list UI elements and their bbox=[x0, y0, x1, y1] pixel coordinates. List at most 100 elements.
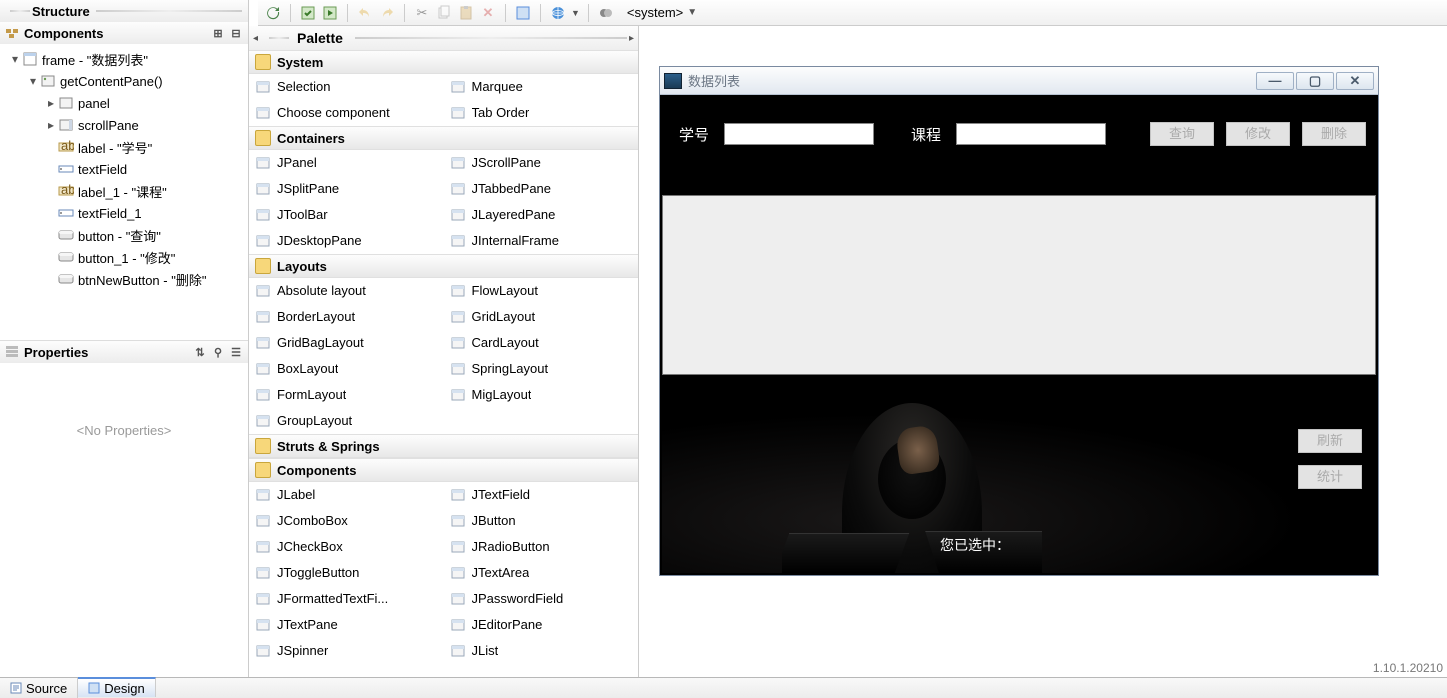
undo-icon[interactable] bbox=[356, 4, 374, 22]
palette-item[interactable]: JInternalFrame bbox=[444, 228, 639, 254]
tree-item[interactable]: ▾getContentPane() bbox=[4, 70, 244, 92]
palette-item[interactable]: JTextArea bbox=[444, 560, 639, 586]
delete-button[interactable]: 删除 bbox=[1302, 122, 1366, 146]
palette-item[interactable]: CardLayout bbox=[444, 330, 639, 356]
props-sort-icon[interactable]: ⇅ bbox=[192, 344, 208, 360]
palette-item-icon bbox=[450, 591, 466, 607]
palette-item[interactable]: JToolBar bbox=[249, 202, 444, 228]
palette-item[interactable]: FormLayout bbox=[249, 382, 444, 408]
expand-all-icon[interactable]: ⊞ bbox=[210, 25, 226, 41]
palette-item[interactable]: Absolute layout bbox=[249, 278, 444, 304]
tree-item[interactable]: ablabel - "学号" bbox=[4, 136, 244, 158]
palette-item[interactable]: FlowLayout bbox=[444, 278, 639, 304]
tree-item[interactable]: ablabel_1 - "课程" bbox=[4, 180, 244, 202]
palette-item[interactable]: JTextPane bbox=[249, 612, 444, 638]
palette-item[interactable]: GridBagLayout bbox=[249, 330, 444, 356]
palette-item-icon bbox=[255, 155, 271, 171]
tree-twist-icon[interactable]: ▸ bbox=[44, 118, 58, 132]
palette-item[interactable]: JEditorPane bbox=[444, 612, 639, 638]
palette-item-icon bbox=[255, 361, 271, 377]
palette-item[interactable]: JTextField bbox=[444, 482, 639, 508]
palette-item[interactable]: GroupLayout bbox=[249, 408, 638, 434]
copy-icon[interactable] bbox=[435, 4, 453, 22]
tree-item[interactable]: textField bbox=[4, 158, 244, 180]
palette-item[interactable]: JPasswordField bbox=[444, 586, 639, 612]
refresh-icon[interactable] bbox=[264, 4, 282, 22]
palette-item[interactable]: Choose component bbox=[249, 100, 444, 126]
tab-design[interactable]: Design bbox=[78, 677, 155, 697]
palette-collapse-right-icon[interactable]: ▸ bbox=[629, 33, 634, 44]
palette-list[interactable]: SystemSelectionMarqueeChoose componentTa… bbox=[249, 50, 638, 677]
props-filter-icon[interactable]: ⚲ bbox=[210, 344, 226, 360]
tree-twist-icon[interactable]: ▾ bbox=[26, 74, 40, 88]
palette-item[interactable]: JTabbedPane bbox=[444, 176, 639, 202]
look-feel-combo[interactable]: <system> ▼ bbox=[627, 5, 697, 20]
palette-item-icon bbox=[450, 335, 466, 351]
palette-category-header[interactable]: Layouts bbox=[249, 254, 638, 278]
palette-item[interactable]: JFormattedTextFi... bbox=[249, 586, 444, 612]
tree-twist-icon[interactable]: ▾ bbox=[8, 52, 22, 66]
palette-category-header[interactable]: System bbox=[249, 50, 638, 74]
folder-icon bbox=[255, 462, 271, 478]
tree-item[interactable]: btnNewButton - "删除" bbox=[4, 268, 244, 290]
palette-collapse-icon[interactable]: ◂ bbox=[253, 33, 263, 44]
collapse-all-icon[interactable]: ⊟ bbox=[228, 25, 244, 41]
palette-category-header[interactable]: Struts & Springs bbox=[249, 434, 638, 458]
palette-item[interactable]: GridLayout bbox=[444, 304, 639, 330]
tree-item[interactable]: button_1 - "修改" bbox=[4, 246, 244, 268]
input-id[interactable] bbox=[724, 123, 874, 145]
paste-icon[interactable] bbox=[457, 4, 475, 22]
palette-item[interactable]: JComboBox bbox=[249, 508, 444, 534]
palette-item[interactable]: JLabel bbox=[249, 482, 444, 508]
palette-category-header[interactable]: Components bbox=[249, 458, 638, 482]
tree-item[interactable]: ▾frame - "数据列表" bbox=[4, 48, 244, 70]
palette-item[interactable]: BorderLayout bbox=[249, 304, 444, 330]
palette-category-header[interactable]: Containers bbox=[249, 126, 638, 150]
design-canvas[interactable]: 数据列表 — ▢ ✕ 学号 课程 查询 修改 删除 bbox=[639, 26, 1447, 677]
tab-source[interactable]: Source bbox=[0, 678, 78, 698]
look-feel-icon[interactable] bbox=[597, 4, 615, 22]
palette-item[interactable]: JPanel bbox=[249, 150, 444, 176]
stats-button[interactable]: 统计 bbox=[1298, 465, 1362, 489]
palette-item[interactable]: JList bbox=[444, 638, 639, 664]
redo-icon[interactable] bbox=[378, 4, 396, 22]
minimize-button[interactable]: — bbox=[1256, 72, 1294, 90]
palette-item[interactable]: Tab Order bbox=[444, 100, 639, 126]
palette-item[interactable]: JScrollPane bbox=[444, 150, 639, 176]
test-icon[interactable] bbox=[299, 4, 317, 22]
props-menu-icon[interactable]: ☰ bbox=[228, 344, 244, 360]
tree-item[interactable]: ▸scrollPane bbox=[4, 114, 244, 136]
palette-item[interactable]: SpringLayout bbox=[444, 356, 639, 382]
tree-item[interactable]: ▸panel bbox=[4, 92, 244, 114]
component-tree[interactable]: ▾frame - "数据列表"▾getContentPane()▸panel▸s… bbox=[0, 44, 248, 294]
input-course[interactable] bbox=[956, 123, 1106, 145]
tree-item[interactable]: button - "查询" bbox=[4, 224, 244, 246]
query-button[interactable]: 查询 bbox=[1150, 122, 1214, 146]
cut-icon[interactable]: ✂ bbox=[413, 4, 431, 22]
palette-item[interactable]: JCheckBox bbox=[249, 534, 444, 560]
palette-item[interactable]: JButton bbox=[444, 508, 639, 534]
palette-item-label: JRadioButton bbox=[472, 539, 550, 554]
palette-item[interactable]: MigLayout bbox=[444, 382, 639, 408]
globe-icon[interactable] bbox=[549, 4, 567, 22]
maximize-button[interactable]: ▢ bbox=[1296, 72, 1334, 90]
palette-item[interactable]: JSplitPane bbox=[249, 176, 444, 202]
tree-twist-icon[interactable]: ▸ bbox=[44, 96, 58, 110]
palette-item[interactable]: JRadioButton bbox=[444, 534, 639, 560]
palette-item[interactable]: Selection bbox=[249, 74, 444, 100]
palette-item-label: JScrollPane bbox=[472, 155, 541, 170]
scrollpane[interactable] bbox=[662, 195, 1376, 375]
refresh-button[interactable]: 刷新 bbox=[1298, 429, 1362, 453]
tree-item[interactable]: textField_1 bbox=[4, 202, 244, 224]
palette-item[interactable]: JToggleButton bbox=[249, 560, 444, 586]
delete-icon[interactable]: ✕ bbox=[479, 4, 497, 22]
edit-button[interactable]: 修改 bbox=[1226, 122, 1290, 146]
palette-item[interactable]: JSpinner bbox=[249, 638, 444, 664]
grid-icon[interactable] bbox=[514, 4, 532, 22]
palette-item[interactable]: JLayeredPane bbox=[444, 202, 639, 228]
palette-item[interactable]: JDesktopPane bbox=[249, 228, 444, 254]
palette-item[interactable]: BoxLayout bbox=[249, 356, 444, 382]
close-button[interactable]: ✕ bbox=[1336, 72, 1374, 90]
preview-icon[interactable] bbox=[321, 4, 339, 22]
palette-item[interactable]: Marquee bbox=[444, 74, 639, 100]
